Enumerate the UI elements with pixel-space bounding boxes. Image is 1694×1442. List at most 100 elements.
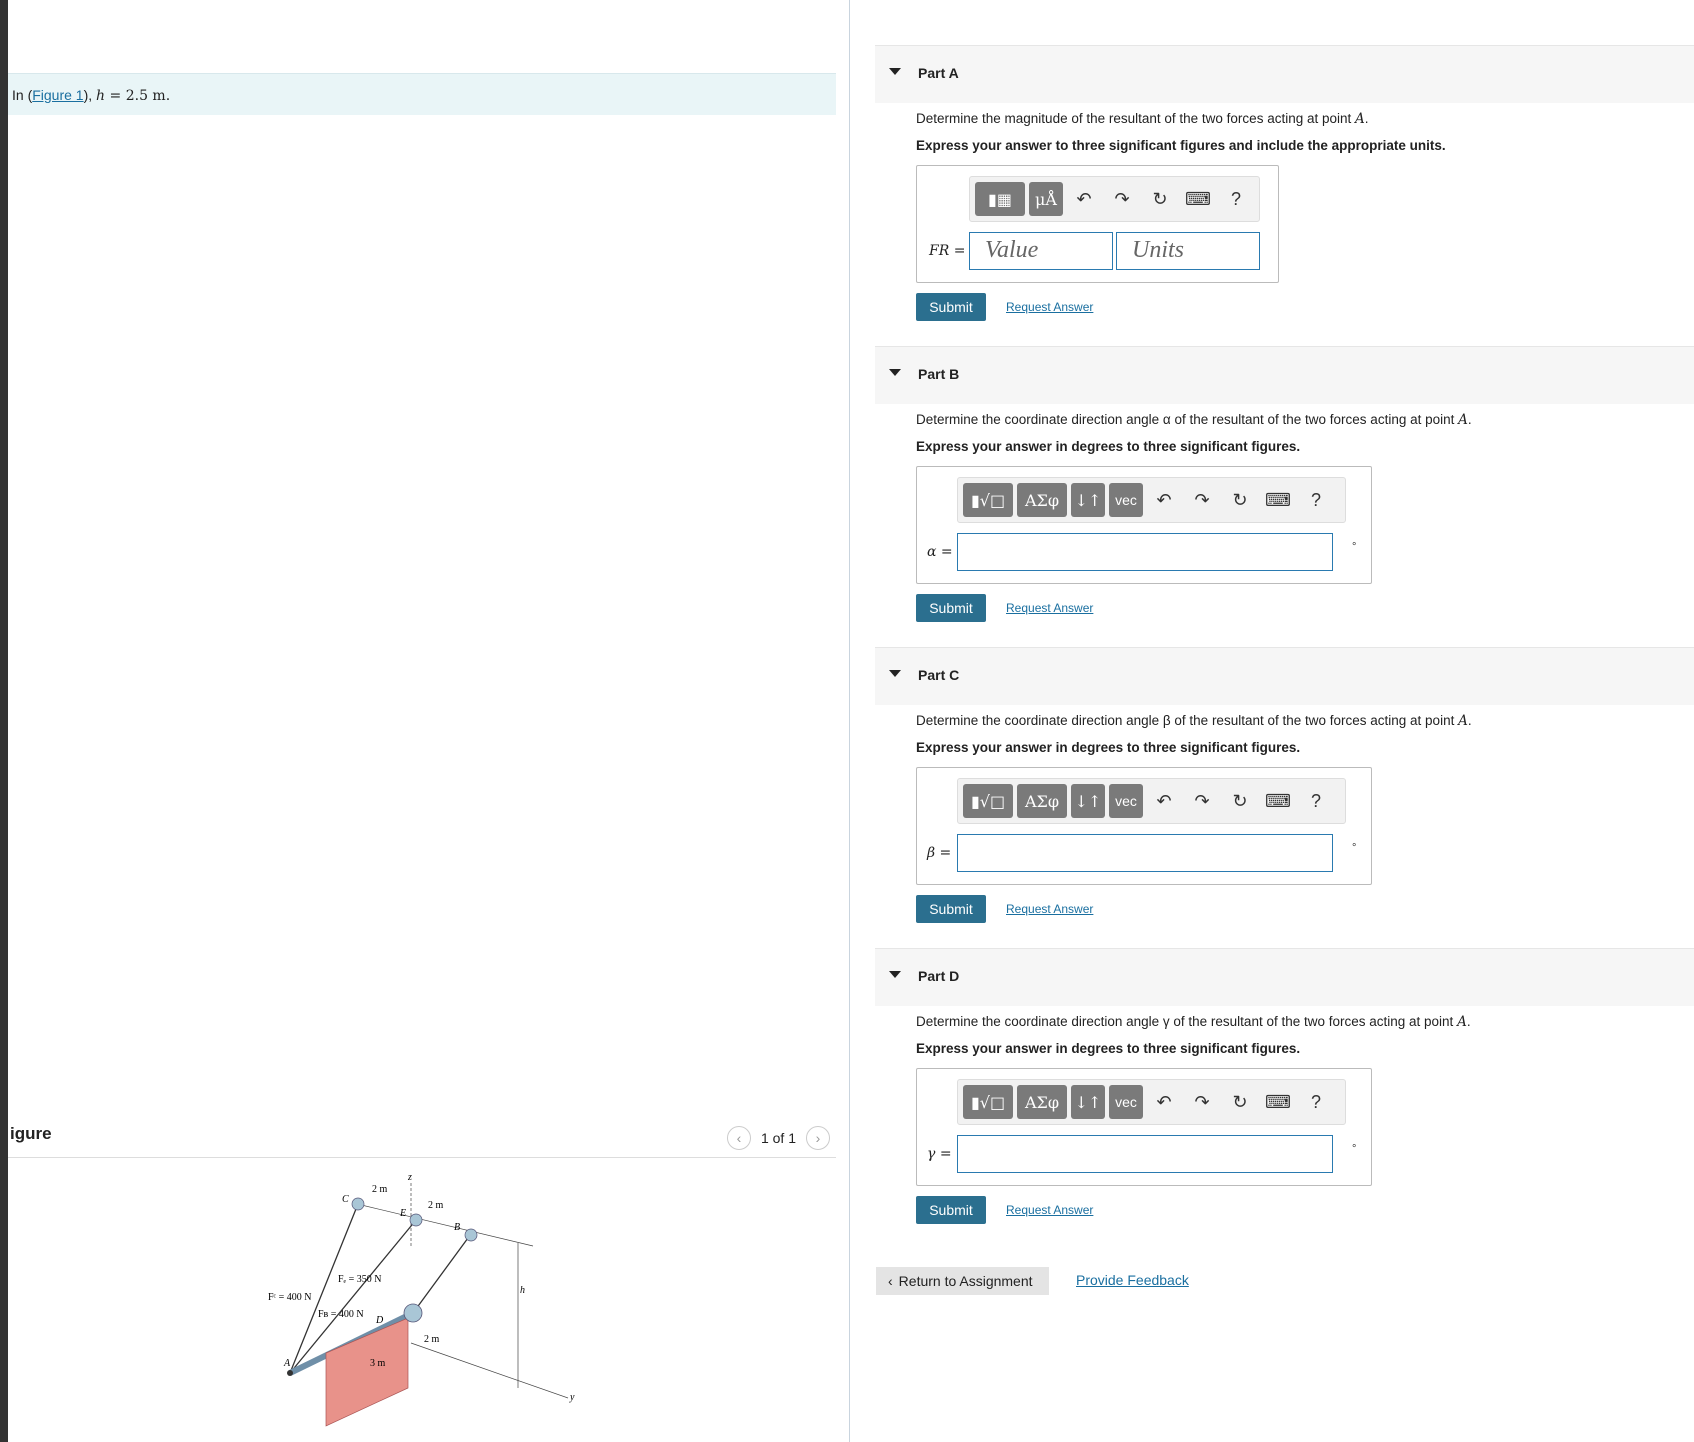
vec-button[interactable]: vec [1109, 483, 1143, 517]
request-answer-link[interactable]: Request Answer [1006, 1203, 1093, 1217]
pulley-d [403, 1303, 423, 1323]
degree-unit: ° [1352, 842, 1357, 854]
submit-button[interactable]: Submit [916, 594, 986, 622]
keyboard-icon[interactable]: ⌨ [1261, 784, 1295, 818]
problem-statement: In (Figure 1), h = 2.5 m. [8, 73, 836, 115]
c-label: C [342, 1194, 349, 1205]
answer-label: γ = [927, 1146, 952, 1162]
reset-icon[interactable]: ↻ [1223, 483, 1257, 517]
vec-button[interactable]: vec [1109, 1085, 1143, 1119]
cable-db [412, 1237, 469, 1314]
chevron-left-icon: ‹ [736, 1130, 742, 1146]
submit-button[interactable]: Submit [916, 895, 986, 923]
part-c: Part C Determine the coordinate directio… [875, 647, 1694, 923]
redo-icon[interactable]: ↷ [1185, 483, 1219, 517]
redo-icon[interactable]: ↷ [1185, 784, 1219, 818]
help-button[interactable]: ? [1299, 1092, 1333, 1113]
angle-input[interactable] [957, 834, 1333, 872]
equation-toolbar: ▮√□ ΑΣφ ↓↑ vec ↶ ↷ ↻ ⌨ ? [957, 1079, 1346, 1125]
part-title: Part D [918, 968, 960, 984]
templates-icon: ▮√□ [970, 490, 1006, 510]
question-text: Determine the magnitude of the resultant… [916, 111, 1369, 127]
h-variable: h [96, 88, 106, 104]
question-text: Determine the coordinate direction angle… [916, 713, 1472, 729]
h-label: h [520, 1285, 525, 1296]
templates-icon: ▮▦ [988, 189, 1012, 209]
e-label: E [399, 1208, 406, 1219]
instruction-text: Express your answer in degrees to three … [916, 1041, 1301, 1056]
help-button[interactable]: ? [1299, 791, 1333, 812]
reset-icon[interactable]: ↻ [1223, 1085, 1257, 1119]
reset-icon[interactable]: ↻ [1143, 182, 1177, 216]
part-a-header[interactable]: Part A [875, 45, 1694, 103]
redo-icon[interactable]: ↷ [1105, 182, 1139, 216]
dim-3m: 3 m [370, 1358, 386, 1369]
submit-button[interactable]: Submit [916, 293, 986, 321]
part-b-header[interactable]: Part B [875, 346, 1694, 404]
help-button[interactable]: ? [1299, 490, 1333, 511]
undo-icon[interactable]: ↶ [1147, 483, 1181, 517]
pulley-c [351, 1197, 365, 1211]
help-button[interactable]: ? [1219, 189, 1253, 210]
units-input[interactable]: Units [1116, 232, 1260, 270]
left-pane: In (Figure 1), h = 2.5 m. igure ‹ 1 of 1… [8, 0, 850, 1442]
part-title: Part A [918, 65, 959, 81]
figure-link[interactable]: Figure 1 [32, 87, 83, 103]
units-button[interactable]: μÅ [1029, 182, 1063, 216]
templates-button[interactable]: ▮√□ [963, 483, 1013, 517]
undo-icon[interactable]: ↶ [1147, 784, 1181, 818]
greek-button[interactable]: ΑΣφ [1017, 784, 1067, 818]
next-figure-button[interactable]: › [806, 1126, 830, 1150]
keyboard-icon[interactable]: ⌨ [1181, 182, 1215, 216]
greek-button[interactable]: ΑΣφ [1017, 483, 1067, 517]
part-c-header[interactable]: Part C [875, 647, 1694, 705]
redo-icon[interactable]: ↷ [1185, 1085, 1219, 1119]
keyboard-icon[interactable]: ⌨ [1261, 1085, 1295, 1119]
pane-divider[interactable] [849, 0, 850, 1442]
fe-label: Fₑ = 350 N [338, 1274, 382, 1285]
angle-input[interactable] [957, 1135, 1333, 1173]
request-answer-link[interactable]: Request Answer [1006, 601, 1093, 615]
provide-feedback-link[interactable]: Provide Feedback [1076, 1272, 1189, 1288]
question-text: Determine the coordinate direction angle… [916, 412, 1472, 428]
chevron-right-icon: › [815, 1130, 821, 1146]
keyboard-icon[interactable]: ⌨ [1261, 483, 1295, 517]
right-pane: Part A Determine the magnitude of the re… [875, 0, 1694, 1442]
undo-icon[interactable]: ↶ [1067, 182, 1101, 216]
request-answer-link[interactable]: Request Answer [1006, 902, 1093, 916]
greek-button[interactable]: ΑΣφ [1017, 1085, 1067, 1119]
templates-button[interactable]: ▮√□ [963, 784, 1013, 818]
value-input[interactable]: Value [969, 232, 1113, 270]
templates-button[interactable]: ▮√□ [963, 1085, 1013, 1119]
dim-2m-d: 2 m [424, 1334, 440, 1345]
equation-toolbar: ▮√□ ΑΣφ ↓↑ vec ↶ ↷ ↻ ⌨ ? [957, 778, 1346, 824]
d-label: D [375, 1315, 384, 1326]
subscript-button[interactable]: ↓↑ [1071, 784, 1105, 818]
angle-input[interactable] [957, 533, 1333, 571]
b-label: B [454, 1222, 460, 1233]
vec-button[interactable]: vec [1109, 784, 1143, 818]
subscript-button[interactable]: ↓↑ [1071, 1085, 1105, 1119]
pulley-e [409, 1213, 423, 1227]
undo-icon[interactable]: ↶ [1147, 1085, 1181, 1119]
answer-label: FR = [929, 243, 966, 259]
prev-figure-button[interactable]: ‹ [726, 1126, 751, 1150]
figure-pager: ‹ 1 of 1 › [726, 1126, 830, 1150]
figure-diagram: z y h C E B A D x 2 m 2 m 2 m 3 m Fₑ = 3… [268, 1172, 575, 1427]
templates-button[interactable]: ▮▦ [975, 182, 1025, 216]
instruction-text: Express your answer in degrees to three … [916, 740, 1301, 755]
reset-icon[interactable]: ↻ [1223, 784, 1257, 818]
question-text: Determine the coordinate direction angle… [916, 1014, 1471, 1030]
subscript-button[interactable]: ↓↑ [1071, 483, 1105, 517]
answer-box: ▮▦ μÅ ↶ ↷ ↻ ⌨ ? FR = Value Units [916, 165, 1279, 283]
y-axis [410, 1342, 569, 1399]
pulley-b [464, 1228, 478, 1242]
dim-2m-eb: 2 m [428, 1200, 444, 1211]
pager-count: 1 of 1 [760, 1130, 796, 1146]
submit-button[interactable]: Submit [916, 1196, 986, 1224]
z-label: z [407, 1172, 412, 1183]
h-value: = 2.5 m. [105, 88, 171, 104]
part-d-header[interactable]: Part D [875, 948, 1694, 1006]
return-to-assignment-button[interactable]: ‹ Return to Assignment [876, 1267, 1049, 1295]
request-answer-link[interactable]: Request Answer [1006, 300, 1093, 314]
